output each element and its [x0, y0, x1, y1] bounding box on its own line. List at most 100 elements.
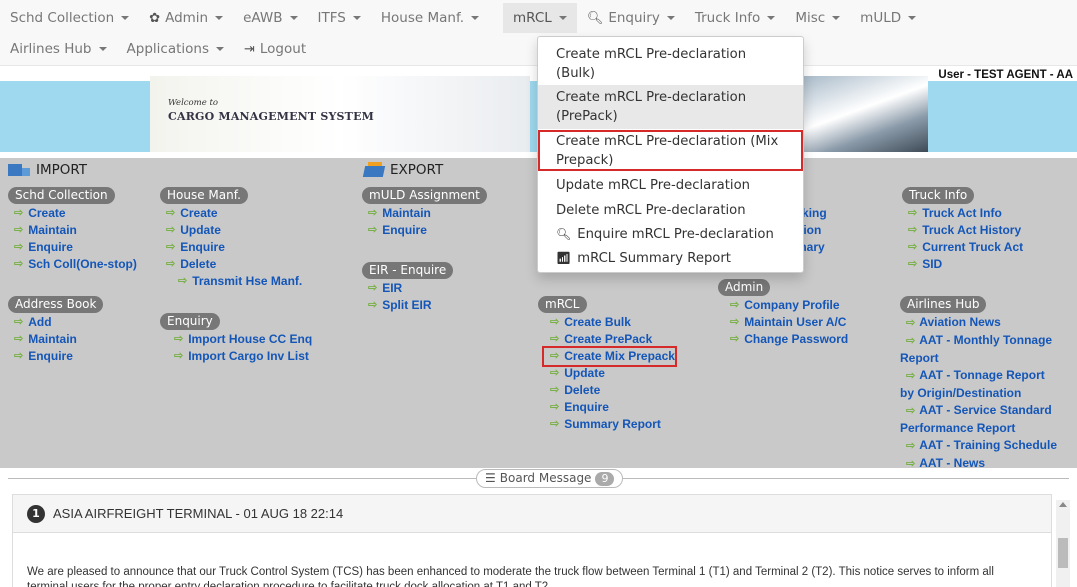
nav-row-2: Airlines Hub Applications ⇥ Logout: [0, 34, 316, 64]
link-mrcl-create-prepack[interactable]: ⇨ Create PrePack: [544, 331, 675, 348]
group-eir-enquire: EIR - Enquire ⇨ EIR ⇨ Split EIR: [362, 262, 454, 314]
link-mrcl-summary-report[interactable]: ⇨ Summary Report: [544, 416, 675, 433]
export-title-text: EXPORT: [390, 162, 444, 178]
group-badge: Enquiry: [160, 313, 220, 330]
link-mrcl-update[interactable]: ⇨ Update: [544, 365, 675, 382]
link-maintain-user[interactable]: ⇨ Maintain User A/C: [724, 314, 848, 331]
link-text: Current Truck Act: [922, 240, 1024, 254]
link-truck-act-history[interactable]: ⇨ Truck Act History: [902, 222, 1023, 239]
caret-down-icon: [289, 16, 298, 20]
nav-eawb[interactable]: eAWB: [233, 3, 307, 33]
message-scrollbar[interactable]: [1056, 500, 1070, 587]
nav-truck-info[interactable]: Truck Info: [685, 3, 785, 33]
logout-icon: ⇥: [243, 41, 255, 57]
link-training-schedule[interactable]: ⇨ AAT - Training Schedule: [900, 437, 1077, 455]
link-mrcl-create-bulk[interactable]: ⇨ Create Bulk: [544, 314, 675, 331]
link-monthly-tonnage[interactable]: ⇨ AAT - Monthly Tonnage Report: [900, 332, 1077, 367]
caret-down-icon: [832, 16, 841, 20]
export-truck-icon: [362, 162, 386, 178]
scroll-up-arrow-icon[interactable]: [1059, 502, 1067, 507]
nav-schd-collection[interactable]: Schd Collection: [0, 3, 139, 33]
arrow-right-icon: ⇨: [174, 350, 184, 362]
list-icon: ☰: [485, 471, 496, 485]
nav-house-manf[interactable]: House Manf.: [371, 3, 489, 33]
link-hm-create[interactable]: ⇨ Create: [160, 205, 302, 222]
link-aviation-news[interactable]: ⇨ Aviation News: [900, 314, 1077, 332]
nav-label: mRCL: [513, 10, 552, 26]
nav-label: Misc: [795, 10, 826, 26]
link-hm-update[interactable]: ⇨ Update: [160, 222, 302, 239]
link-text: Maintain: [28, 332, 77, 346]
link-text-line2: Performance Report: [900, 421, 1016, 435]
link-company-profile[interactable]: ⇨ Company Profile: [724, 297, 848, 314]
link-tonnage-report[interactable]: ⇨ AAT - Tonnage Report by Origin/Destinati…: [900, 367, 1077, 402]
link-text: Create Mix Prepack: [564, 349, 675, 363]
group-badge: mULD Assignment: [362, 187, 487, 204]
link-change-password[interactable]: ⇨ Change Password: [724, 331, 848, 348]
nav-label: ITFS: [317, 10, 346, 26]
link-text: Add: [28, 315, 52, 329]
link-schd-one-stop[interactable]: ⇨ Sch Coll(One-stop): [8, 256, 137, 273]
link-mrcl-enquire[interactable]: ⇨ Enquire: [544, 399, 675, 416]
import-title-text: IMPORT: [36, 162, 88, 178]
group-house-manf: House Manf. ⇨ Create ⇨ Update ⇨ Enquire ⇨ De…: [160, 187, 302, 290]
nav-mrcl[interactable]: mRCL: [503, 3, 577, 33]
link-import-house-cc[interactable]: ⇨ Import House CC Enq: [160, 331, 312, 348]
link-service-standard[interactable]: ⇨ AAT - Service Standard Performance Repor…: [900, 402, 1077, 437]
menu-item-delete[interactable]: Delete mRCL Pre-declaration: [538, 201, 803, 220]
menu-item-create-prepack[interactable]: Create mRCL Pre-declaration (PrePack): [538, 85, 803, 129]
nav-label: Admin: [165, 10, 209, 26]
link-text: Import Cargo Inv List: [188, 349, 309, 363]
arrow-right-icon: ⇨: [730, 333, 740, 345]
nav-label: eAWB: [243, 10, 283, 26]
link-sid[interactable]: ⇨ SID: [902, 256, 1023, 273]
link-hm-enquire[interactable]: ⇨ Enquire: [160, 239, 302, 256]
link-muld-enquire[interactable]: ⇨ Enquire: [362, 222, 487, 239]
nav-airlines-hub[interactable]: Airlines Hub: [0, 34, 117, 64]
nav-itfs[interactable]: ITFS: [308, 3, 371, 33]
menu-item-create-bulk[interactable]: Create mRCL Pre-declaration (Bulk): [538, 45, 803, 83]
menu-item-summary-report[interactable]: 📶︎ mRCL Summary Report: [538, 249, 803, 268]
group-badge: Airlines Hub: [900, 296, 987, 313]
nav-misc[interactable]: Misc: [785, 3, 850, 33]
scroll-thumb[interactable]: [1058, 538, 1068, 568]
nav-label: Airlines Hub: [10, 41, 92, 57]
arrow-right-icon: ⇨: [906, 370, 916, 382]
board-message-toggle[interactable]: ☰ Board Message 9: [476, 469, 624, 488]
arrow-right-icon: ⇨: [14, 224, 24, 236]
link-schd-create[interactable]: ⇨ Create: [8, 205, 137, 222]
link-ab-enquire[interactable]: ⇨ Enquire: [8, 348, 103, 365]
nav-applications[interactable]: Applications: [117, 34, 234, 64]
link-text: Enquire: [382, 223, 427, 237]
welcome-text: Welcome to: [168, 98, 218, 108]
link-import-cargo-inv[interactable]: ⇨ Import Cargo Inv List: [160, 348, 312, 365]
link-muld-maintain[interactable]: ⇨ Maintain: [362, 205, 487, 222]
board-label-text: Board Message: [499, 471, 592, 485]
link-text: Maintain: [382, 206, 431, 220]
menu-item-enquire[interactable]: 🔍︎ Enquire mRCL Pre-declaration: [538, 225, 803, 244]
link-ab-add[interactable]: ⇨ Add: [8, 314, 103, 331]
link-mrcl-delete[interactable]: ⇨ Delete: [544, 382, 675, 399]
menu-item-update[interactable]: Update mRCL Pre-declaration: [538, 176, 803, 195]
link-schd-maintain[interactable]: ⇨ Maintain: [8, 222, 137, 239]
nav-muld[interactable]: mULD: [850, 3, 926, 33]
link-text: Enquire: [28, 240, 73, 254]
import-section-title: IMPORT: [8, 162, 87, 178]
nav-admin[interactable]: ✿ Admin: [139, 3, 233, 33]
link-hm-delete[interactable]: ⇨ Delete: [160, 256, 302, 273]
nav-enquiry[interactable]: 🔍︎ Enquiry: [577, 3, 685, 33]
nav-label: Schd Collection: [10, 10, 115, 26]
link-truck-act-info[interactable]: ⇨ Truck Act Info: [902, 205, 1023, 222]
link-split-eir[interactable]: ⇨ Split EIR: [362, 297, 453, 314]
link-ab-maintain[interactable]: ⇨ Maintain: [8, 331, 103, 348]
gear-icon: ✿: [149, 10, 161, 26]
link-mrcl-create-mix-prepack[interactable]: ⇨ Create Mix Prepack: [542, 346, 677, 367]
link-text: Create Bulk: [564, 315, 631, 329]
link-hm-transmit[interactable]: ⇨ Transmit Hse Manf.: [160, 273, 302, 290]
menu-item-create-mix-prepack[interactable]: Create mRCL Pre-declaration (Mix Prepack…: [538, 130, 803, 171]
nav-logout[interactable]: ⇥ Logout: [234, 34, 316, 64]
link-text-line2: by Origin/Destination: [900, 386, 1022, 400]
link-schd-enquire[interactable]: ⇨ Enquire: [8, 239, 137, 256]
link-current-truck-act[interactable]: ⇨ Current Truck Act: [902, 239, 1023, 256]
link-eir[interactable]: ⇨ EIR: [362, 280, 453, 297]
